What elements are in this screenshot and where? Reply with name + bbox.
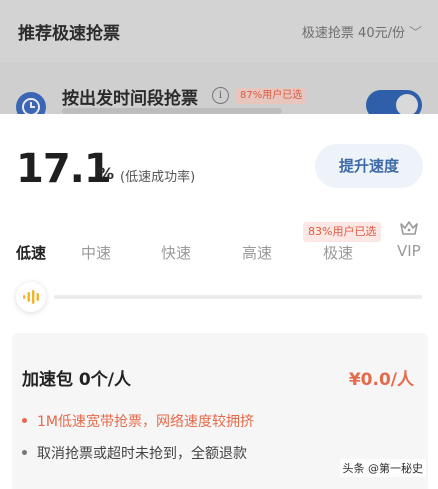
speed-slider[interactable] (16, 282, 422, 312)
speed-pack-price: ¥0.0/人 (348, 370, 414, 390)
speed-tier-tabs: 低速 中速 快速 高速 极速 VIP (0, 242, 438, 266)
slider-track[interactable] (54, 295, 422, 299)
tab-low-speed[interactable]: 低速 (16, 242, 46, 263)
background-time-option-title: 按出发时间段抢票 (62, 89, 198, 109)
chevron-down-icon: ﹀ (408, 26, 422, 41)
toggle-knob (396, 94, 418, 116)
tab-fast-speed[interactable]: 快速 (161, 242, 191, 263)
pack-feature-text: 1M低速宽带抢票，网络速度较拥挤 (37, 414, 254, 430)
success-rate-label: (低速成功率) (120, 170, 196, 185)
pack-feature-item: 取消抢票或超时未抢到，全额退款 (22, 443, 247, 463)
slider-handle[interactable] (16, 282, 46, 312)
background-header: 推荐极速抢票 极速抢票 40元/份 ﹀ (0, 0, 438, 62)
bullet-dot-icon (22, 449, 27, 455)
speed-sheet: 17.1 % (低速成功率) 提升速度 83%用户已选 低速 中速 快速 高速 … (0, 114, 438, 489)
popular-choice-badge: 83%用户已选 (303, 222, 382, 242)
info-icon[interactable]: i (212, 87, 229, 104)
background-percent-badge: 87%用户已选 (236, 88, 307, 104)
background-time-option-row: 按出发时间段抢票 i 87%用户已选 (0, 62, 438, 122)
tab-extreme-speed[interactable]: 极速 (323, 242, 353, 263)
tab-medium-speed[interactable]: 中速 (81, 242, 111, 263)
bullet-dot-icon (22, 417, 27, 423)
pack-feature-text: 取消抢票或超时未抢到，全额退款 (37, 446, 247, 462)
upgrade-speed-button[interactable]: 提升速度 (315, 144, 423, 188)
crown-icon (400, 221, 418, 235)
sound-bars-icon (23, 290, 39, 304)
tab-high-speed[interactable]: 高速 (242, 242, 272, 263)
background-price-selector[interactable]: 极速抢票 40元/份 ﹀ (302, 22, 422, 41)
background-price-label: 极速抢票 40元/份 (301, 26, 405, 41)
speed-pack-title: 加速包 0个/人 (22, 370, 131, 390)
background-title: 推荐极速抢票 (18, 24, 120, 44)
pack-feature-item: 1M低速宽带抢票，网络速度较拥挤 (22, 411, 254, 431)
watermark-text: 头条 @第一秘史 (339, 459, 426, 477)
success-rate-value: 17.1 (16, 146, 112, 192)
tab-vip-speed[interactable]: VIP (397, 242, 421, 260)
success-rate-percent: % (98, 164, 115, 183)
